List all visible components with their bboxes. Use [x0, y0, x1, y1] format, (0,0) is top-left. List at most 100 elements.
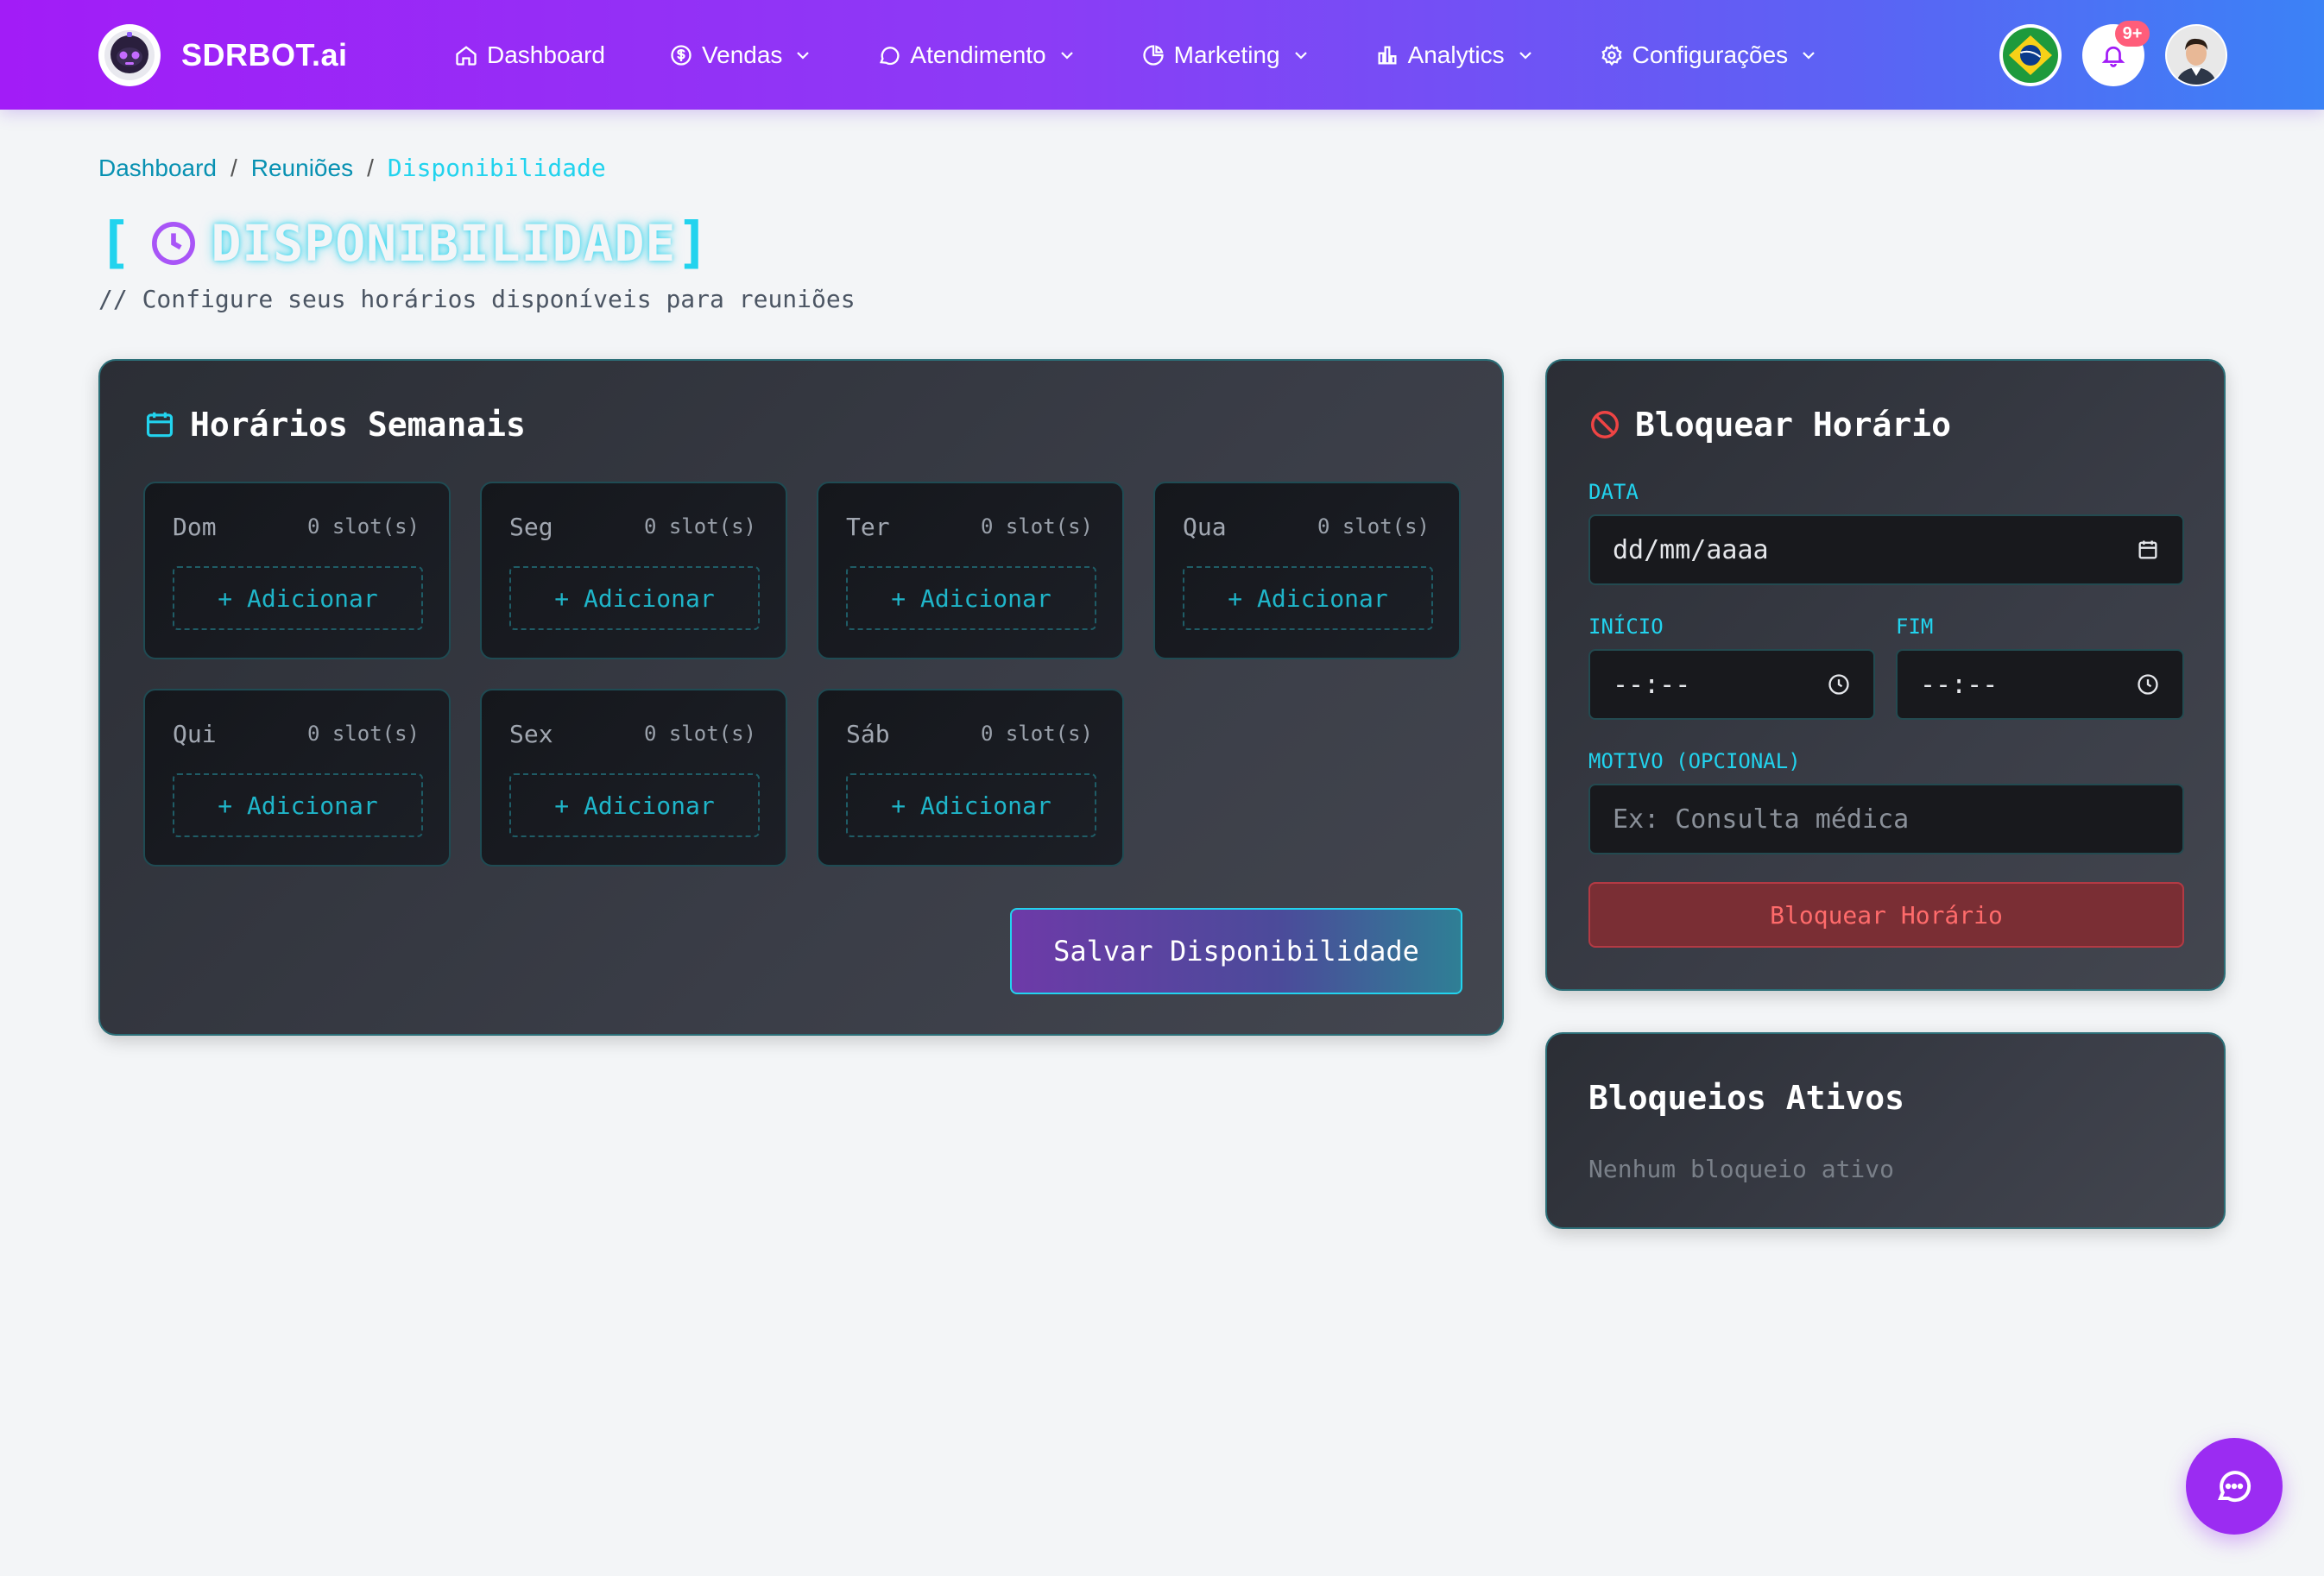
day-slot-count: 0 slot(s)	[643, 514, 756, 539]
day-card-sab: Sáb 0 slot(s) + Adicionar	[817, 689, 1124, 867]
clock-icon	[151, 222, 195, 265]
date-placeholder: dd/mm/aaaa	[1613, 534, 1769, 565]
robot-logo-icon	[98, 24, 161, 86]
reason-label: MOTIVO (OPCIONAL)	[1588, 749, 1801, 773]
add-slot-button[interactable]: + Adicionar	[1183, 566, 1433, 630]
nav-configuracoes[interactable]: Configurações	[1600, 41, 1820, 69]
block-card-header: Bloquear Horário	[1588, 406, 1951, 444]
day-card-qua: Qua 0 slot(s) + Adicionar	[1153, 482, 1461, 659]
nav-label: Analytics	[1407, 41, 1505, 68]
day-card-qui: Qui 0 slot(s) + Adicionar	[143, 689, 451, 867]
brazil-flag-icon	[2003, 28, 2058, 83]
save-availability-button[interactable]: Salvar Disponibilidade	[1010, 908, 1462, 994]
pie-icon	[1142, 44, 1164, 66]
day-card-sex: Sex 0 slot(s) + Adicionar	[480, 689, 787, 867]
brand-name: SDRBOT.ai	[181, 37, 348, 72]
add-slot-button[interactable]: + Adicionar	[509, 773, 760, 837]
nav-menu: Dashboard Vendas Atendimento Marketing A…	[454, 0, 1883, 110]
gear-icon	[1601, 43, 1622, 66]
clock-icon[interactable]	[2136, 672, 2160, 697]
start-time-placeholder: --:--	[1613, 669, 1691, 700]
day-name: Sex	[509, 720, 553, 748]
day-slot-count: 0 slot(s)	[980, 722, 1093, 746]
empty-state-text: Nenhum bloqueio ativo	[1588, 1155, 1895, 1183]
page-subtitle: // Configure seus horários disponíveis p…	[98, 285, 856, 313]
day-card-dom: Dom 0 slot(s) + Adicionar	[143, 482, 451, 659]
chat-icon	[880, 46, 900, 65]
end-time-placeholder: --:--	[1920, 669, 1999, 700]
nav-label: Atendimento	[910, 41, 1046, 68]
nav-label: Marketing	[1173, 41, 1280, 68]
top-navbar: SDRBOT.ai Dashboard Vendas Atendimento M…	[0, 0, 2324, 110]
nav-actions: 9+	[1979, 21, 2227, 86]
notification-badge: 9+	[2115, 21, 2150, 47]
add-slot-button[interactable]: + Adicionar	[846, 566, 1096, 630]
day-slot-count: 0 slot(s)	[643, 722, 756, 746]
nav-analytics[interactable]: Analytics	[1375, 41, 1536, 69]
end-label: FIM	[1896, 615, 1934, 639]
bell-icon	[2101, 46, 2125, 67]
breadcrumb-reunioes[interactable]: Reuniões	[251, 154, 353, 182]
day-slot-count: 0 slot(s)	[980, 514, 1093, 539]
day-name: Sáb	[846, 720, 890, 748]
start-label: INÍCIO	[1588, 615, 1664, 639]
calendar-icon[interactable]	[2136, 538, 2160, 562]
chevron-down-icon	[797, 51, 810, 60]
language-button[interactable]	[1999, 24, 2062, 86]
chat-support-button[interactable]	[2186, 1438, 2283, 1535]
block-time-button[interactable]: Bloquear Horário	[1588, 882, 2184, 948]
brand[interactable]: SDRBOT.ai	[98, 24, 348, 86]
weekly-card-title: Horários Semanais	[190, 406, 526, 444]
nav-atendimento[interactable]: Atendimento	[877, 41, 1077, 69]
weekly-schedule-card: Horários Semanais Dom 0 slot(s) + Adicio…	[98, 359, 1504, 1036]
day-name: Qui	[173, 720, 217, 748]
weekly-card-header: Horários Semanais	[143, 406, 526, 444]
notifications-button[interactable]: 9+	[2082, 21, 2150, 86]
day-card-ter: Ter 0 slot(s) + Adicionar	[817, 482, 1124, 659]
chevron-down-icon	[1294, 51, 1307, 60]
block-time-card: Bloquear Horário DATA dd/mm/aaaa INÍCIO …	[1545, 359, 2226, 991]
breadcrumb-separator: /	[230, 154, 237, 181]
day-name: Seg	[509, 513, 553, 541]
reason-input[interactable]: Ex: Consulta médica	[1588, 784, 2184, 854]
day-card-seg: Seg 0 slot(s) + Adicionar	[480, 482, 787, 659]
clock-icon[interactable]	[1827, 672, 1851, 697]
day-slot-count: 0 slot(s)	[1317, 514, 1430, 539]
chevron-down-icon	[1519, 51, 1531, 60]
end-time-input[interactable]: --:--	[1896, 649, 2184, 720]
day-slot-count: 0 slot(s)	[306, 722, 420, 746]
date-input[interactable]: dd/mm/aaaa	[1588, 514, 2184, 585]
add-slot-button[interactable]: + Adicionar	[846, 773, 1096, 837]
chevron-down-icon	[1060, 51, 1073, 60]
day-slot-count: 0 slot(s)	[306, 514, 420, 539]
user-avatar[interactable]	[2165, 24, 2227, 86]
nav-vendas[interactable]: Vendas	[669, 41, 813, 69]
active-blocks-title: Bloqueios Ativos	[1588, 1079, 1905, 1117]
nav-marketing[interactable]: Marketing	[1141, 41, 1311, 69]
active-blocks-card: Bloqueios Ativos Nenhum bloqueio ativo	[1545, 1032, 2226, 1229]
day-name: Dom	[173, 513, 217, 541]
day-name: Ter	[846, 513, 890, 541]
start-time-input[interactable]: --:--	[1588, 649, 1875, 720]
title-bracket-close: ]	[676, 211, 710, 275]
nav-label: Vendas	[701, 41, 783, 68]
title-bracket-open: [	[98, 211, 132, 275]
home-icon	[456, 45, 477, 66]
ban-icon	[1591, 411, 1619, 438]
add-slot-button[interactable]: + Adicionar	[173, 773, 423, 837]
page-title-text: DISPONIBILIDADE	[211, 214, 677, 273]
avatar-icon	[2167, 26, 2226, 85]
chat-bubble-icon	[2218, 1471, 2251, 1503]
calendar-icon	[146, 412, 174, 438]
block-card-title: Bloquear Horário	[1635, 406, 1952, 444]
breadcrumb-dashboard[interactable]: Dashboard	[98, 154, 217, 182]
breadcrumb-current: Disponibilidade	[387, 154, 606, 182]
add-slot-button[interactable]: + Adicionar	[173, 566, 423, 630]
dollar-icon	[671, 44, 692, 66]
add-slot-button[interactable]: + Adicionar	[509, 566, 760, 630]
reason-placeholder: Ex: Consulta médica	[1613, 804, 1910, 835]
breadcrumb: Dashboard / Reuniões / Disponibilidade	[98, 154, 606, 182]
nav-dashboard[interactable]: Dashboard	[454, 41, 605, 69]
page-title: [ DISPONIBILIDADE ]	[98, 211, 710, 275]
day-name: Qua	[1183, 513, 1227, 541]
